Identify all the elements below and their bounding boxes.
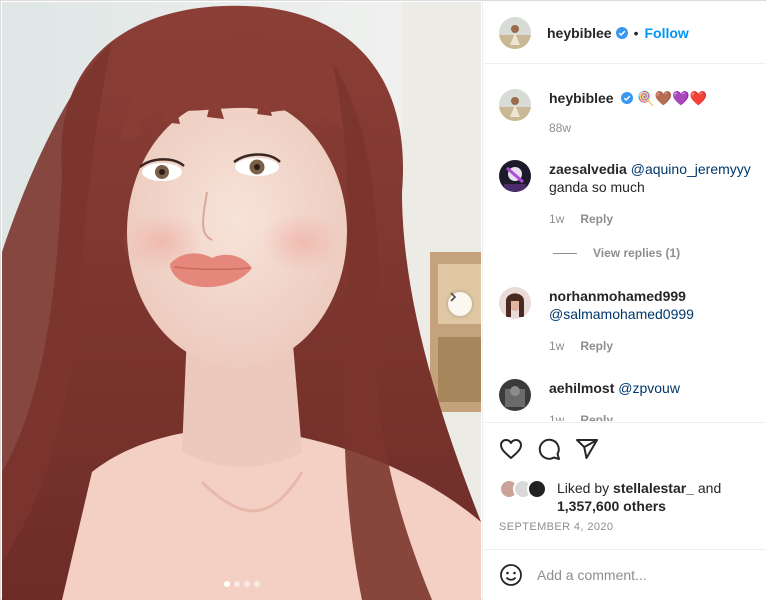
post-side-panel: heybiblee • Follow heybiblee 🍭🤎💜❤️ 88w z… (482, 2, 766, 600)
carousel-dot (233, 581, 240, 587)
likes-count[interactable]: 1,357,600 others (557, 498, 666, 514)
author-avatar[interactable] (499, 16, 531, 49)
comment-body: norhanmohamed999 @salmamohamed0999 1w Re… (549, 287, 694, 355)
comment-meta: 1w Reply (549, 337, 694, 355)
add-comment-input[interactable]: Add a comment... (537, 567, 647, 583)
emoji-icon[interactable] (499, 563, 523, 587)
verified-badge-icon (621, 92, 634, 104)
selfie-illustration (2, 2, 481, 600)
view-replies-label: View replies (1) (593, 246, 681, 260)
caption-age[interactable]: 88w (549, 119, 571, 137)
liker-avatars[interactable] (499, 479, 551, 501)
author-avatar[interactable] (499, 89, 531, 121)
comment-meta: 1w Reply (549, 411, 680, 421)
divider-line (553, 252, 577, 254)
heart-icon[interactable] (499, 437, 523, 461)
comment-item: aehilmost @zpvouw 1w Reply (499, 379, 759, 421)
comment-body: zaesalvedia @aquino_jeremyyy ganda so mu… (549, 160, 751, 228)
follow-button[interactable]: Follow (645, 25, 689, 41)
comment-icon[interactable] (537, 437, 561, 461)
caption: heybiblee 🍭🤎💜❤️ 88w (499, 89, 759, 137)
separator-dot: • (633, 24, 639, 41)
caption-meta: 88w (549, 119, 707, 137)
likes-text: Liked by stellalestar_ and 1,357,600 oth… (557, 479, 759, 515)
comment-item: norhanmohamed999 @salmamohamed0999 1w Re… (499, 287, 759, 355)
comment-age[interactable]: 1w (549, 337, 564, 355)
carousel-dot (223, 581, 230, 587)
caption-text: 🍭🤎💜❤️ (637, 90, 708, 106)
carousel-indicator (2, 581, 481, 587)
carousel-dot (253, 581, 260, 587)
reply-button[interactable]: Reply (580, 411, 613, 421)
comment-mention[interactable]: @aquino_jeremyyy (631, 161, 751, 177)
share-icon[interactable] (575, 437, 599, 461)
comment-body: aehilmost @zpvouw 1w Reply (549, 379, 680, 421)
reply-button[interactable]: Reply (580, 210, 613, 228)
commenter-avatar[interactable] (499, 287, 531, 319)
post-header: heybiblee • Follow (483, 2, 766, 64)
add-comment-bar: Add a comment... (483, 549, 766, 600)
view-replies-button[interactable]: View replies (1) (553, 246, 680, 260)
chevron-right-icon (450, 292, 457, 302)
author-username[interactable]: heybiblee (547, 25, 612, 41)
comment-age[interactable]: 1w (549, 210, 564, 228)
comment-age[interactable]: 1w (549, 411, 564, 421)
likes-summary: Liked by stellalestar_ and 1,357,600 oth… (499, 479, 759, 515)
comment-username[interactable]: aehilmost (549, 380, 614, 396)
verified-badge-icon (615, 26, 628, 39)
post-modal: heybiblee • Follow heybiblee 🍭🤎💜❤️ 88w z… (0, 0, 766, 600)
caption-username[interactable]: heybiblee (549, 90, 614, 106)
comments-list[interactable]: heybiblee 🍭🤎💜❤️ 88w zaesalvedia @aquino_… (483, 65, 766, 421)
caption-body: heybiblee 🍭🤎💜❤️ 88w (549, 89, 707, 137)
likes-and: and (697, 480, 722, 496)
liker-username[interactable]: stellalestar_ (613, 480, 694, 496)
comment-mention[interactable]: @zpvouw (618, 380, 680, 396)
comment-item: zaesalvedia @aquino_jeremyyy ganda so mu… (499, 160, 759, 228)
post-date[interactable]: SEPTEMBER 4, 2020 (499, 521, 613, 533)
carousel-next-button[interactable] (448, 292, 472, 316)
carousel-dot (243, 581, 250, 587)
comment-meta: 1w Reply (549, 210, 751, 228)
comment-username[interactable]: norhanmohamed999 (549, 288, 686, 304)
post-photo[interactable] (2, 2, 481, 600)
commenter-avatar[interactable] (499, 160, 531, 192)
comment-mention[interactable]: @salmamohamed0999 (549, 306, 694, 322)
commenter-avatar[interactable] (499, 379, 531, 411)
post-actions: Liked by stellalestar_ and 1,357,600 oth… (483, 422, 766, 550)
comment-text: ganda so much (549, 179, 645, 195)
comment-username[interactable]: zaesalvedia (549, 161, 627, 177)
reply-button[interactable]: Reply (580, 337, 613, 355)
action-icons (499, 437, 599, 461)
likes-prefix: Liked by (557, 480, 610, 496)
liker-avatar (527, 479, 547, 499)
